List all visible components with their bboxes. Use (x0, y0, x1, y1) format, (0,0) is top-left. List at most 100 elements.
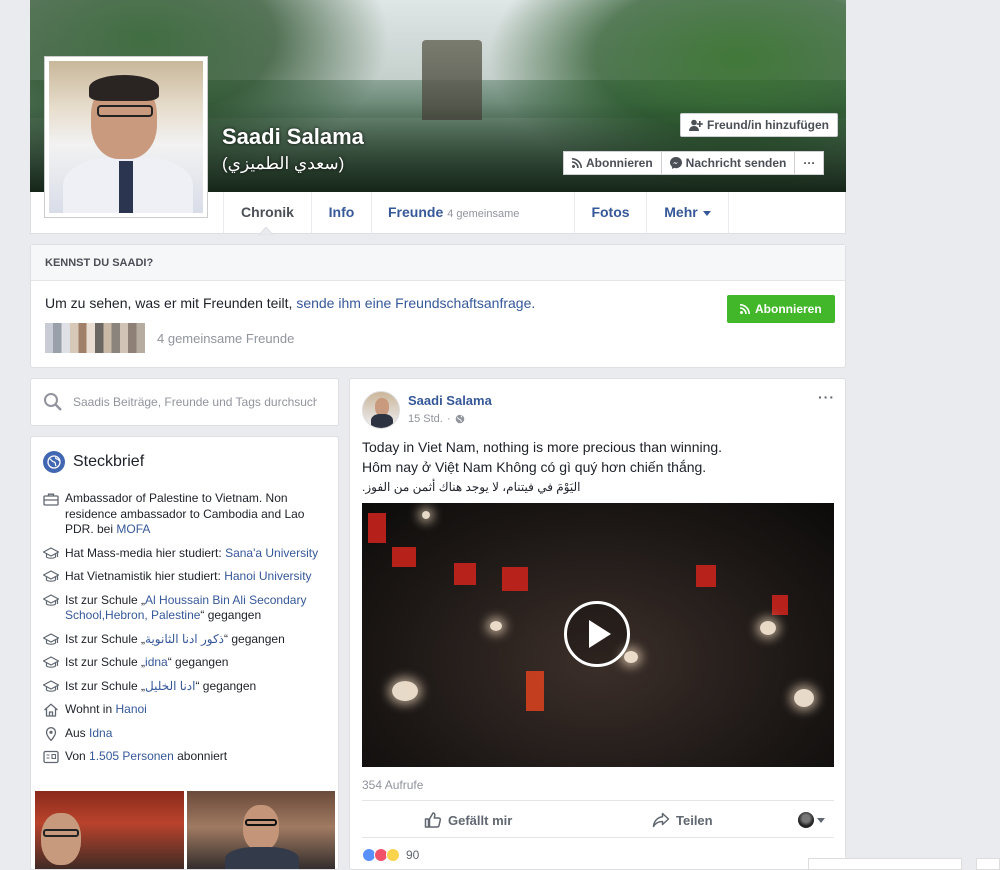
about-item: Von 1.505 Personen abonniert (43, 749, 333, 765)
post-text: Today in Viet Nam, nothing is more preci… (362, 437, 832, 497)
tab-friends-label: Freunde (388, 204, 444, 220)
about-item-link[interactable]: Idna (89, 726, 112, 740)
video-headlight (624, 651, 638, 663)
profile-search-input[interactable] (73, 395, 317, 409)
active-tab-pointer (259, 227, 273, 235)
profile-picture-image (49, 61, 203, 213)
play-button[interactable] (564, 601, 630, 667)
about-item-text: Ist zur Schule „ذكور ادنا الثانوية“ gega… (65, 632, 285, 648)
mutual-friend-avatar[interactable] (95, 323, 120, 353)
photo-thumbnail[interactable] (186, 791, 335, 869)
followers-icon (43, 750, 59, 764)
about-item-link[interactable]: ذكور ادنا الثانوية (145, 632, 224, 646)
about-item-prefix: Aus (65, 725, 90, 740)
post-text-line: Hôm nay ở Việt Nam Không có gì quý hơn c… (362, 459, 707, 475)
video-headlight (760, 621, 776, 635)
post-time-separator: · (446, 413, 451, 425)
share-label: Teilen (676, 812, 713, 828)
tab-info-label: Info (328, 204, 355, 220)
about-item: Ambassador of Palestine to Vietnam. Non … (43, 491, 333, 538)
globe-icon (455, 414, 464, 424)
about-item-suffix: abonniert (173, 749, 228, 763)
profile-search-box (30, 378, 339, 426)
send-message-button[interactable]: Nachricht senden (660, 151, 795, 175)
post-options-button[interactable]: ··· (818, 389, 835, 405)
chevron-down-icon (702, 210, 711, 216)
add-friend-label: Freund/in hinzufügen (707, 118, 829, 132)
about-item-text: Hat Mass-media hier studiert: Sana'a Uni… (65, 546, 318, 562)
mutual-friend-avatar[interactable] (120, 323, 145, 353)
about-item-link[interactable]: Sana'a University (225, 546, 318, 560)
chat-tab[interactable] (976, 858, 1000, 870)
follow-label: Abonnieren (586, 156, 653, 170)
home-icon (43, 703, 59, 717)
send-message-label: Nachricht senden (685, 156, 787, 170)
tab-more[interactable]: Mehr (646, 192, 729, 233)
video-headlight (794, 689, 814, 707)
about-item-link[interactable]: 1.505 Personen (89, 749, 174, 763)
follow-button[interactable]: Abonnieren (563, 151, 661, 175)
tab-info[interactable]: Info (311, 192, 371, 233)
profile-picture[interactable] (44, 56, 208, 218)
know-person-text: Um zu sehen, was er mit Freunden teilt, … (45, 295, 535, 311)
post-text-arabic-line: اليَوْمَ في فيتنام، لا يوجد هناك أثمن من… (362, 480, 581, 494)
tab-more-label: Mehr (664, 204, 698, 220)
about-item-text: Ist zur Schule „idna“ gegangen (65, 655, 228, 671)
about-item-suffix: “ gegangen (200, 608, 262, 622)
reaction-count: 90 (406, 848, 420, 862)
reaction-summary[interactable]: 90 (362, 848, 419, 862)
post-timestamp[interactable]: 15 Std. · (408, 413, 465, 425)
about-item-text: Aus Idna (65, 726, 112, 742)
about-item-link[interactable]: MOFA (116, 522, 150, 536)
post-time-label: 15 Std. (408, 413, 443, 425)
about-item: Ist zur Schule „ذكور ادنا الثانوية“ gega… (42, 632, 333, 648)
about-item-prefix: Hat Vietnamistik hier studiert: (65, 569, 225, 583)
friend-request-link[interactable]: sende ihm eine Freundschaftsanfrage. (296, 295, 535, 311)
profile-tie (119, 161, 133, 213)
mutual-friend-avatar[interactable] (45, 323, 70, 353)
follow-green-label: Abonnieren (755, 302, 822, 316)
photo-thumbnail[interactable] (35, 791, 184, 869)
more-options-button[interactable]: ··· (794, 151, 825, 175)
graduation-cap-icon (42, 679, 60, 694)
chevron-down-icon (817, 817, 825, 823)
about-item: Wohnt in Hanoi (43, 702, 333, 718)
add-friend-button[interactable]: Freund/in hinzufügen (680, 113, 838, 137)
tab-photos-label: Fotos (591, 204, 630, 220)
add-friend-icon (689, 119, 703, 131)
about-item-prefix: Von (65, 749, 90, 763)
tab-friends[interactable]: Freunde4 gemeinsame Freunde (371, 192, 574, 263)
reaction-selector[interactable] (798, 801, 825, 839)
about-item-text: Von 1.505 Personen abonniert (65, 749, 227, 765)
mutual-friend-avatar[interactable] (70, 323, 95, 353)
mutual-friends[interactable]: 4 gemeinsame Freunde (45, 323, 294, 353)
rss-icon (572, 158, 582, 168)
tab-photos[interactable]: Fotos (574, 192, 646, 233)
photo-strip (35, 791, 335, 869)
about-item-prefix: Ist zur Schule „ (65, 678, 146, 693)
about-title-label: Steckbrief (73, 453, 145, 470)
briefcase-icon (43, 492, 59, 506)
about-item-link[interactable]: idna (145, 655, 168, 669)
about-item: Hat Mass-media hier studiert: Sana'a Uni… (42, 546, 333, 562)
chat-tab[interactable] (808, 858, 962, 870)
about-item-link[interactable]: ادنا الخليل (145, 679, 195, 693)
share-button[interactable]: Teilen (652, 801, 713, 839)
follow-green-button[interactable]: Abonnieren (727, 295, 835, 323)
about-item-prefix: Hat Mass-media hier studiert: (65, 545, 226, 560)
play-icon (589, 620, 611, 648)
post-author-avatar[interactable] (362, 391, 400, 429)
about-item-prefix: Ambassador of Palestine to Vietnam. Non … (65, 491, 305, 536)
know-person-box: KENNST DU SAADI? Um zu sehen, was er mit… (30, 244, 846, 368)
post-video[interactable] (362, 503, 834, 767)
video-flag (526, 671, 544, 711)
like-button[interactable]: Gefällt mir (424, 801, 512, 839)
about-item-link[interactable]: Hanoi University (224, 569, 311, 583)
globe-icon (43, 451, 65, 473)
post-author-name[interactable]: Saadi Salama (408, 393, 492, 408)
profile-name[interactable]: Saadi Salama (222, 124, 364, 150)
mutual-friends-count[interactable]: 4 gemeinsame Freunde (157, 331, 294, 346)
about-item-text: Ambassador of Palestine to Vietnam. Non … (65, 491, 333, 538)
about-card: Steckbrief Ambassador of Palestine to Vi… (30, 436, 339, 870)
about-item-link[interactable]: Hanoi (115, 702, 146, 716)
